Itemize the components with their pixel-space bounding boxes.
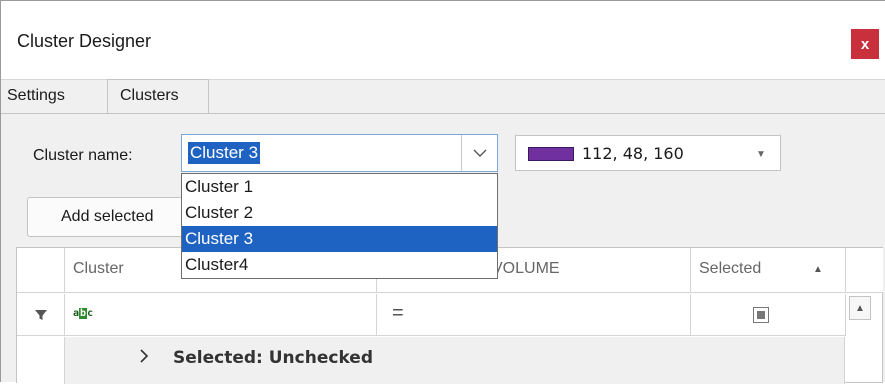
group-row[interactable]: Selected: Unchecked (65, 337, 845, 384)
group-row-indicator (17, 337, 65, 384)
tab-strip: Settings Clusters (1, 79, 885, 114)
tab-clusters[interactable]: Clusters (107, 79, 209, 114)
sort-up-icon: ▲ (813, 264, 823, 275)
filter-cell-cluster[interactable]: abc (65, 294, 377, 336)
window-title: Cluster Designer (17, 31, 152, 51)
filter-icon (34, 309, 47, 320)
equals-operator[interactable]: = (392, 302, 404, 325)
column-header-selected-label: Selected (699, 260, 762, 277)
chevron-right-icon[interactable] (139, 347, 149, 368)
color-swatch (528, 147, 574, 161)
title-bar: Cluster Designer x (1, 1, 885, 79)
abc-icon[interactable]: abc (73, 308, 93, 319)
cluster-dropdown-list[interactable]: Cluster 1 Cluster 2 Cluster 3 Cluster4 (181, 173, 498, 279)
filter-row-indicator (17, 294, 65, 336)
header-filler (846, 248, 883, 293)
color-rgb-text: 112, 48, 160 (582, 144, 684, 163)
dropdown-arrow-icon[interactable]: ▼ (756, 149, 766, 160)
cluster-name-value[interactable]: Cluster 3 (188, 142, 261, 164)
filter-cell-volume[interactable]: = (377, 294, 691, 336)
checkbox-indeterminate-icon[interactable] (753, 307, 769, 323)
dropdown-option-cluster4[interactable]: Cluster4 (182, 252, 497, 278)
cluster-designer-window: Cluster Designer x Settings Clusters Clu… (0, 0, 885, 384)
chevron-down-icon[interactable] (461, 135, 497, 171)
dropdown-option-cluster-2[interactable]: Cluster 2 (182, 200, 497, 226)
grid-indicator-header (17, 248, 65, 293)
dropdown-option-cluster-1[interactable]: Cluster 1 (182, 174, 497, 200)
dropdown-option-cluster-3[interactable]: Cluster 3 (182, 226, 497, 252)
scroll-up-icon[interactable]: ▲ (849, 296, 871, 320)
close-button[interactable]: x (851, 29, 879, 59)
color-picker-combo[interactable]: 112, 48, 160 ▼ (515, 135, 781, 171)
tab-divider (1, 113, 885, 114)
cluster-name-combo[interactable]: Cluster 3 (181, 134, 498, 172)
column-header-selected[interactable]: Selected ▲ (691, 248, 846, 293)
group-row-label: Selected: Unchecked (173, 348, 373, 368)
tab-settings[interactable]: Settings (7, 80, 107, 114)
cluster-name-label: Cluster name: (33, 147, 133, 164)
filter-cell-selected[interactable] (691, 294, 846, 336)
